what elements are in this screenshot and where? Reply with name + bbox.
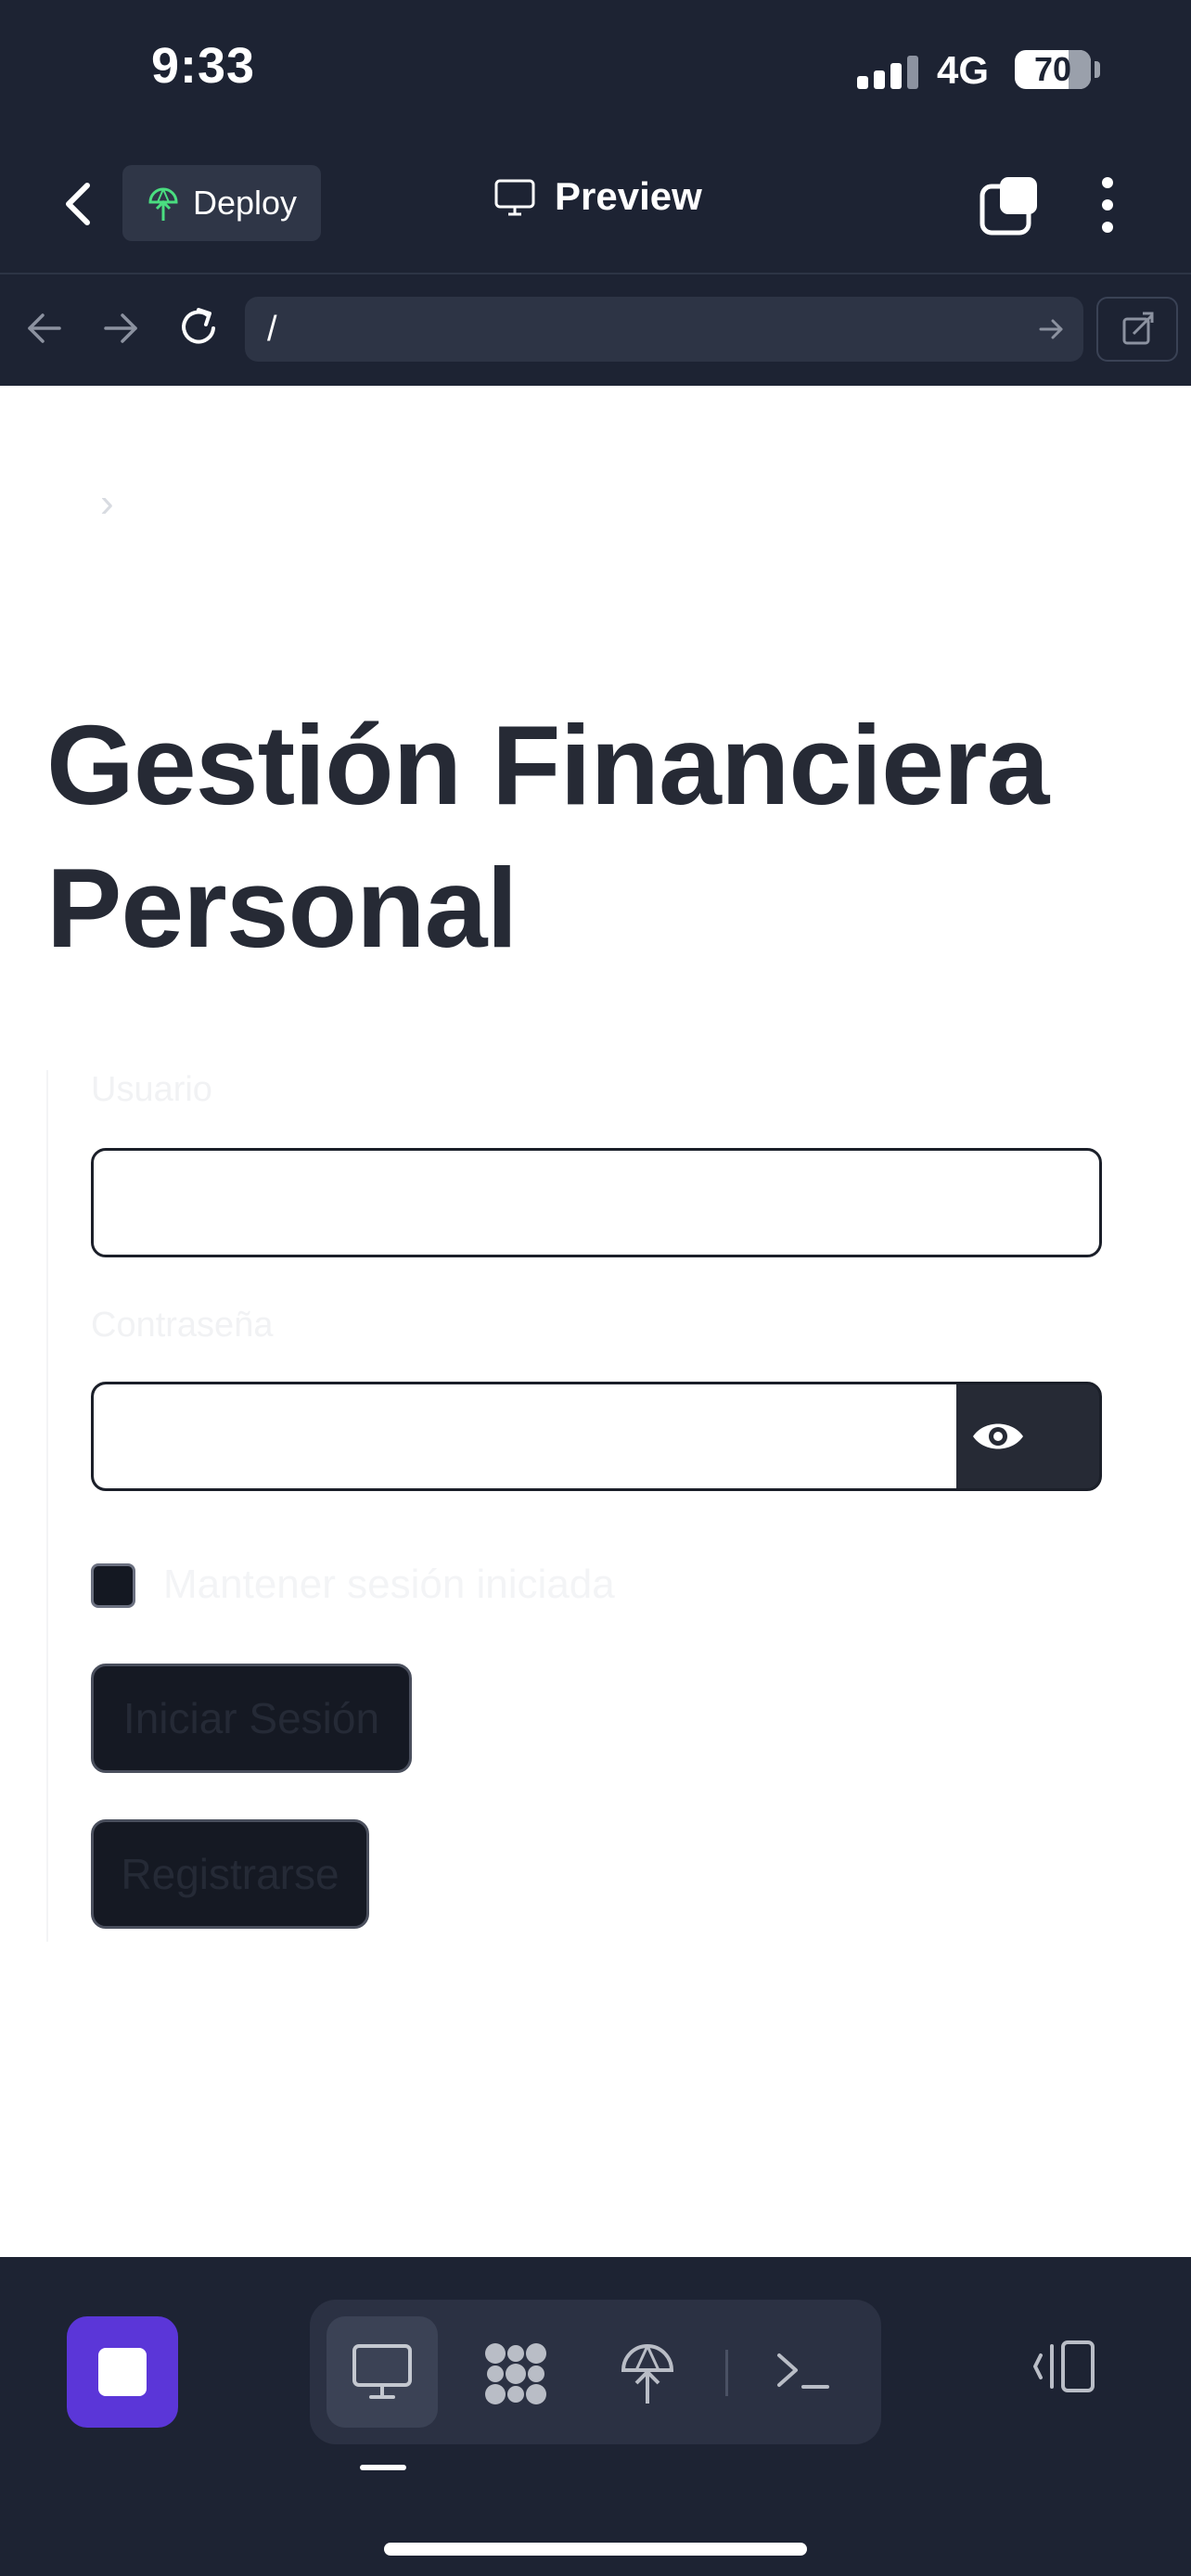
reload-icon[interactable] — [176, 302, 223, 351]
password-input[interactable] — [94, 1384, 956, 1488]
terminal-icon — [777, 2353, 829, 2389]
eye-icon[interactable] — [969, 1409, 1027, 1464]
app-header: Deploy Preview — [0, 139, 1191, 274]
arrow-right-icon[interactable] — [100, 310, 141, 347]
tool-desktop-preview[interactable] — [327, 2316, 438, 2428]
preview-label: Preview — [555, 174, 702, 218]
username-label: Usuario — [91, 1070, 212, 1109]
login-button[interactable]: Iniciar Sesión — [91, 1664, 412, 1773]
more-options-button[interactable] — [1095, 174, 1121, 236]
split-layout-icon[interactable] — [1031, 2339, 1098, 2394]
battery-nub — [1095, 61, 1100, 78]
page-title: Gestión Financiera Personal — [46, 702, 1049, 971]
workflow-icon — [485, 2343, 546, 2404]
back-button[interactable] — [56, 176, 102, 232]
password-input-wrapper — [91, 1382, 1102, 1491]
bottom-toolbar — [0, 2257, 1191, 2576]
more-vertical-icon — [1102, 177, 1113, 233]
tool-deploy[interactable] — [592, 2316, 703, 2428]
stop-icon — [98, 2348, 147, 2396]
monitor-icon — [494, 179, 535, 216]
url-bar: / — [0, 274, 1191, 386]
remember-checkbox[interactable] — [91, 1563, 135, 1608]
tabs-icon — [980, 177, 1037, 236]
deploy-button[interactable]: Deploy — [122, 165, 321, 241]
status-bar: 9:33 4G 70 — [0, 0, 1191, 139]
go-arrow-icon[interactable] — [1037, 315, 1065, 343]
tool-terminal[interactable] — [748, 2316, 859, 2428]
deploy-icon — [621, 2344, 674, 2404]
battery-icon: 70 — [1015, 50, 1091, 89]
login-form: Usuario Contraseña Mantener sesión inici… — [46, 1070, 1146, 1942]
url-input[interactable]: / — [245, 297, 1083, 362]
signal-icon — [857, 56, 922, 89]
stop-button[interactable] — [67, 2316, 178, 2428]
network-type: 4G — [937, 48, 990, 92]
sidebar-toggle-chevron-icon[interactable]: › — [100, 480, 114, 527]
arrow-left-icon[interactable] — [24, 310, 65, 347]
chevron-left-icon — [66, 183, 90, 225]
active-tool-indicator — [360, 2465, 406, 2470]
deploy-icon — [148, 187, 178, 221]
page-content: › Gestión Financiera Personal Usuario Co… — [0, 388, 1191, 2240]
username-input[interactable] — [91, 1148, 1102, 1257]
external-link-icon — [1122, 312, 1154, 345]
register-button[interactable]: Registrarse — [91, 1819, 369, 1929]
deploy-label: Deploy — [193, 184, 298, 222]
battery-level: 70 — [1033, 50, 1072, 88]
home-indicator — [384, 2543, 807, 2556]
open-external-button[interactable] — [1096, 297, 1178, 362]
tool-divider — [725, 2350, 728, 2396]
tool-group — [310, 2300, 881, 2444]
url-text: / — [267, 310, 277, 349]
remember-label: Mantener sesión iniciada — [163, 1562, 615, 1607]
tabs-button[interactable] — [980, 174, 1041, 236]
monitor-icon — [352, 2344, 412, 2399]
tool-workflow[interactable] — [458, 2316, 570, 2428]
status-time: 9:33 — [151, 38, 256, 94]
password-label: Contraseña — [91, 1306, 274, 1345]
